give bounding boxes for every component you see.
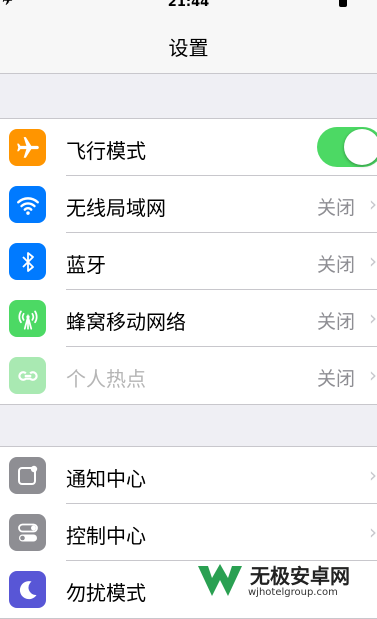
- control-center-label: 控制中心: [66, 524, 146, 548]
- notification-center-label: 通知中心: [66, 467, 146, 491]
- chevron-right-icon: ›: [369, 363, 377, 387]
- cellular-icon: [9, 300, 46, 337]
- personal-hotspot-label: 个人热点: [66, 367, 146, 391]
- settings-row-cellular[interactable]: 蜂窝移动网络 关闭 ›: [0, 290, 377, 347]
- chevron-right-icon: ›: [369, 463, 377, 487]
- watermark-url: wjhotelgroup.com: [248, 587, 338, 598]
- wifi-status: 关闭: [316, 197, 355, 219]
- personal-hotspot-status: 关闭: [316, 368, 355, 390]
- do-not-disturb-label: 勿扰模式: [66, 581, 146, 605]
- cellular-status: 关闭: [316, 311, 355, 333]
- bluetooth-status: 关闭: [316, 254, 355, 276]
- settings-row-notification-center[interactable]: 通知中心 ›: [0, 447, 377, 504]
- airplane-icon: [9, 129, 46, 166]
- status-bar: ✈ 21:44: [0, 0, 377, 12]
- settings-row-control-center[interactable]: 控制中心 ›: [0, 504, 377, 561]
- navigation-bar: 设置: [0, 12, 377, 74]
- toggle-knob: [344, 129, 377, 165]
- airplane-mode-toggle[interactable]: [317, 127, 377, 167]
- status-time: 21:44: [167, 0, 210, 10]
- airplane-mode-label: 飞行模式: [66, 139, 146, 163]
- control-center-icon: [9, 514, 46, 551]
- watermark: 无极安卓网 wjhotelgroup.com: [192, 556, 377, 607]
- watermark-logo-icon: [198, 564, 242, 596]
- hotspot-icon: [9, 357, 46, 394]
- bluetooth-label: 蓝牙: [66, 253, 106, 277]
- settings-row-bluetooth[interactable]: 蓝牙 关闭 ›: [0, 233, 377, 290]
- notification-center-icon: [9, 457, 46, 494]
- wifi-label: 无线局域网: [66, 196, 166, 220]
- chevron-right-icon: ›: [369, 192, 377, 216]
- rotation-lock-icon: [339, 0, 347, 7]
- chevron-right-icon: ›: [369, 520, 377, 544]
- page-title: 设置: [168, 36, 209, 60]
- chevron-right-icon: ›: [369, 249, 377, 273]
- moon-icon: [9, 571, 46, 608]
- bluetooth-icon: [9, 243, 46, 280]
- watermark-name: 无极安卓网: [250, 564, 350, 588]
- settings-row-wifi[interactable]: 无线局域网 关闭 ›: [0, 176, 377, 233]
- settings-row-personal-hotspot[interactable]: 个人热点 关闭 ›: [0, 347, 377, 404]
- chevron-right-icon: ›: [369, 306, 377, 330]
- settings-row-airplane-mode[interactable]: 飞行模式: [0, 119, 377, 176]
- cellular-label: 蜂窝移动网络: [66, 310, 186, 334]
- wifi-icon: [9, 186, 46, 223]
- connectivity-group: 飞行模式 无线局域网 关闭 › 蓝牙 关闭 › 蜂窝移动网络 关闭 › 个人热点…: [0, 118, 377, 405]
